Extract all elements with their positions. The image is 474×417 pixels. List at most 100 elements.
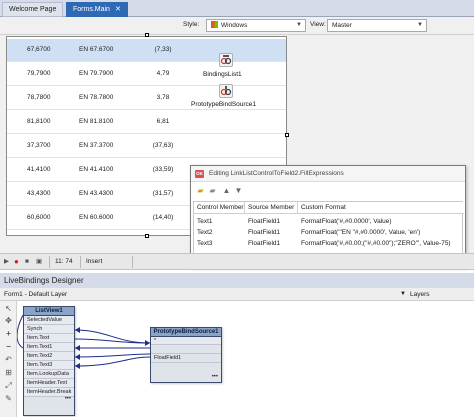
list-item-format: (33,59) [152, 166, 174, 173]
layers-button[interactable]: Layers [410, 288, 430, 301]
list-item-text: EN 79.7900 [79, 70, 114, 77]
list-item-format: (31,57) [152, 190, 174, 197]
list-item-format: 3,78 [156, 94, 170, 101]
list-item-value: 78,7800 [27, 94, 51, 101]
tab-forms-main[interactable]: Forms.Main ✕ [66, 2, 128, 17]
list-item-format: 4,79 [156, 70, 170, 77]
layer-name: Form1 - Default Layer [4, 291, 68, 298]
list-item-text: EN 67.6700 [79, 46, 114, 53]
column-header-source-member[interactable]: Source Member [245, 202, 298, 214]
dialog-title: Editing LinkListControlToField2.FillExpr… [209, 170, 344, 177]
layer-bar: Form1 - Default Layer ▼ Layers [0, 288, 474, 301]
node-member[interactable]: ItemHeader.Text [24, 379, 74, 388]
arrow-head [75, 363, 80, 369]
livebindings-designer-title: LiveBindings Designer [0, 273, 474, 288]
node-member[interactable] [151, 345, 221, 354]
arrow-down-icon[interactable]: ▼ [233, 185, 244, 196]
list-item-text: EN 41.4100 [79, 166, 114, 173]
list-item-text: EN 81.8100 [79, 118, 114, 125]
table-cell[interactable]: FloatField1 [245, 228, 280, 238]
column-header-custom-format[interactable]: Custom Format [298, 202, 464, 214]
livebindings-toolbar: ↖ ✥ + − ↶ ⊞ ⤢ ✎ [0, 301, 17, 417]
node-member[interactable]: Item.Text [24, 334, 74, 343]
insert-mode: Insert [86, 258, 103, 265]
move-icon[interactable]: ✥ [3, 315, 14, 326]
play-icon[interactable]: ▶ [4, 254, 9, 270]
record-icon[interactable]: ● [14, 254, 19, 270]
node-member[interactable]: Synch [24, 325, 74, 334]
zoom-in-icon[interactable]: + [3, 328, 14, 339]
step-icon[interactable]: ▣ [36, 254, 42, 270]
binding-links [17, 314, 151, 369]
bind-source-node[interactable]: PrototypeBindSource1 * FloatField1 ••• [150, 327, 222, 383]
chevron-down-icon: ▼ [417, 22, 423, 28]
stop-icon[interactable]: ■ [25, 254, 29, 270]
bindings-list-component-icon[interactable] [219, 53, 233, 67]
close-icon[interactable]: ✕ [115, 6, 121, 13]
node-more[interactable]: ••• [151, 374, 221, 382]
dialog-title-bar[interactable]: OK Editing LinkListControlToField2.FillE… [191, 166, 465, 182]
list-item[interactable]: 37,3700 EN 37.3700 (37,63) [7, 135, 286, 158]
style-combo[interactable]: Windows ▼ [206, 19, 306, 32]
node-more[interactable]: ••• [24, 396, 74, 404]
list-item-value: 41,4100 [27, 166, 51, 173]
style-view-bar: Style: Windows ▼ View: Master ▼ [0, 17, 474, 35]
table-cell[interactable]: FormatFloat('#,#0.0000', Value) [298, 217, 392, 227]
table-cell[interactable]: Text3 [194, 239, 213, 249]
arrow-up-icon[interactable]: ▲ [221, 185, 232, 196]
selection-handle[interactable] [285, 133, 289, 137]
column-header-control-member[interactable]: Control Member [194, 202, 245, 214]
node-member[interactable]: SelectedValue [24, 316, 74, 325]
list-item[interactable]: 79,7900 EN 79.7900 4,79 [7, 63, 286, 86]
list-item-value: 81,8100 [27, 118, 51, 125]
table-cell[interactable]: FormatFloat('"EN "#,#0.0000', Value, 'en… [298, 228, 420, 238]
node-member[interactable] [151, 363, 221, 375]
fit-icon[interactable]: ⤢ [3, 380, 14, 391]
table-cell[interactable]: Text2 [194, 228, 213, 238]
node-title: PrototypeBindSource1 [151, 328, 221, 337]
listview-node[interactable]: ListView1 SelectedValue Synch Item.Text … [23, 306, 75, 416]
tab-label: Forms.Main [73, 6, 110, 13]
table-cell[interactable]: Text1 [194, 217, 213, 227]
editor-status-bar: ▶ ● ■ ▣ 11: 74 Insert [0, 253, 474, 270]
folder-open-icon[interactable]: ▰ [195, 185, 206, 196]
tab-welcome-page[interactable]: Welcome Page [2, 2, 64, 17]
layout-icon[interactable]: ⊞ [3, 367, 14, 378]
view-combo[interactable]: Master ▼ [327, 19, 427, 32]
style-label: Style: [183, 21, 200, 28]
node-member[interactable]: Item.Text1 [24, 343, 74, 352]
wand-icon[interactable]: ✎ [3, 393, 14, 404]
table-cell[interactable]: FloatField1 [245, 239, 280, 249]
list-item[interactable]: 81,8100 EN 81.8100 6,81 [7, 111, 286, 134]
selection-handle[interactable] [145, 234, 149, 238]
livebindings-canvas[interactable]: ListView1 SelectedValue Synch Item.Text … [17, 301, 474, 417]
view-label: View: [310, 21, 326, 28]
table-cell[interactable]: FormatFloat('#,#0.00;("#,#0.00");"ZERO"'… [298, 239, 451, 249]
node-title: ListView1 [24, 307, 74, 316]
node-member[interactable]: Item.Text3 [24, 361, 74, 370]
bind-source-component-icon[interactable] [219, 84, 233, 98]
pointer-icon[interactable]: ↖ [3, 303, 14, 314]
list-item-format: (7,33) [154, 46, 172, 53]
node-member[interactable]: Item.Text2 [24, 352, 74, 361]
list-item-value: 43,4300 [27, 190, 51, 197]
node-member[interactable]: FloatField1 [151, 354, 221, 363]
list-item-text: EN 43.4300 [79, 190, 114, 197]
list-item[interactable]: 67,6700 EN 67.6700 (7,33) [7, 39, 286, 62]
document-tab-bar: Welcome Page Forms.Main ✕ [0, 0, 474, 17]
list-item-value: 37,3700 [27, 142, 51, 149]
node-member[interactable]: * [151, 337, 221, 345]
chevron-down-icon[interactable]: ▼ [400, 288, 406, 301]
undo-icon[interactable]: ↶ [3, 354, 14, 365]
folder-icon[interactable]: ▰ [207, 185, 218, 196]
list-item-format: (37,63) [152, 142, 174, 149]
arrow-head [75, 345, 80, 351]
list-item-format: 6,81 [156, 118, 170, 125]
arrow-head [75, 327, 80, 333]
zoom-out-icon[interactable]: − [3, 341, 14, 352]
table-cell[interactable]: FloatField1 [245, 217, 280, 227]
arrow-head [75, 354, 80, 360]
node-member[interactable]: Item.LookupData [24, 370, 74, 379]
selection-handle[interactable] [145, 33, 149, 37]
list-item-value: 60,6000 [27, 214, 51, 221]
